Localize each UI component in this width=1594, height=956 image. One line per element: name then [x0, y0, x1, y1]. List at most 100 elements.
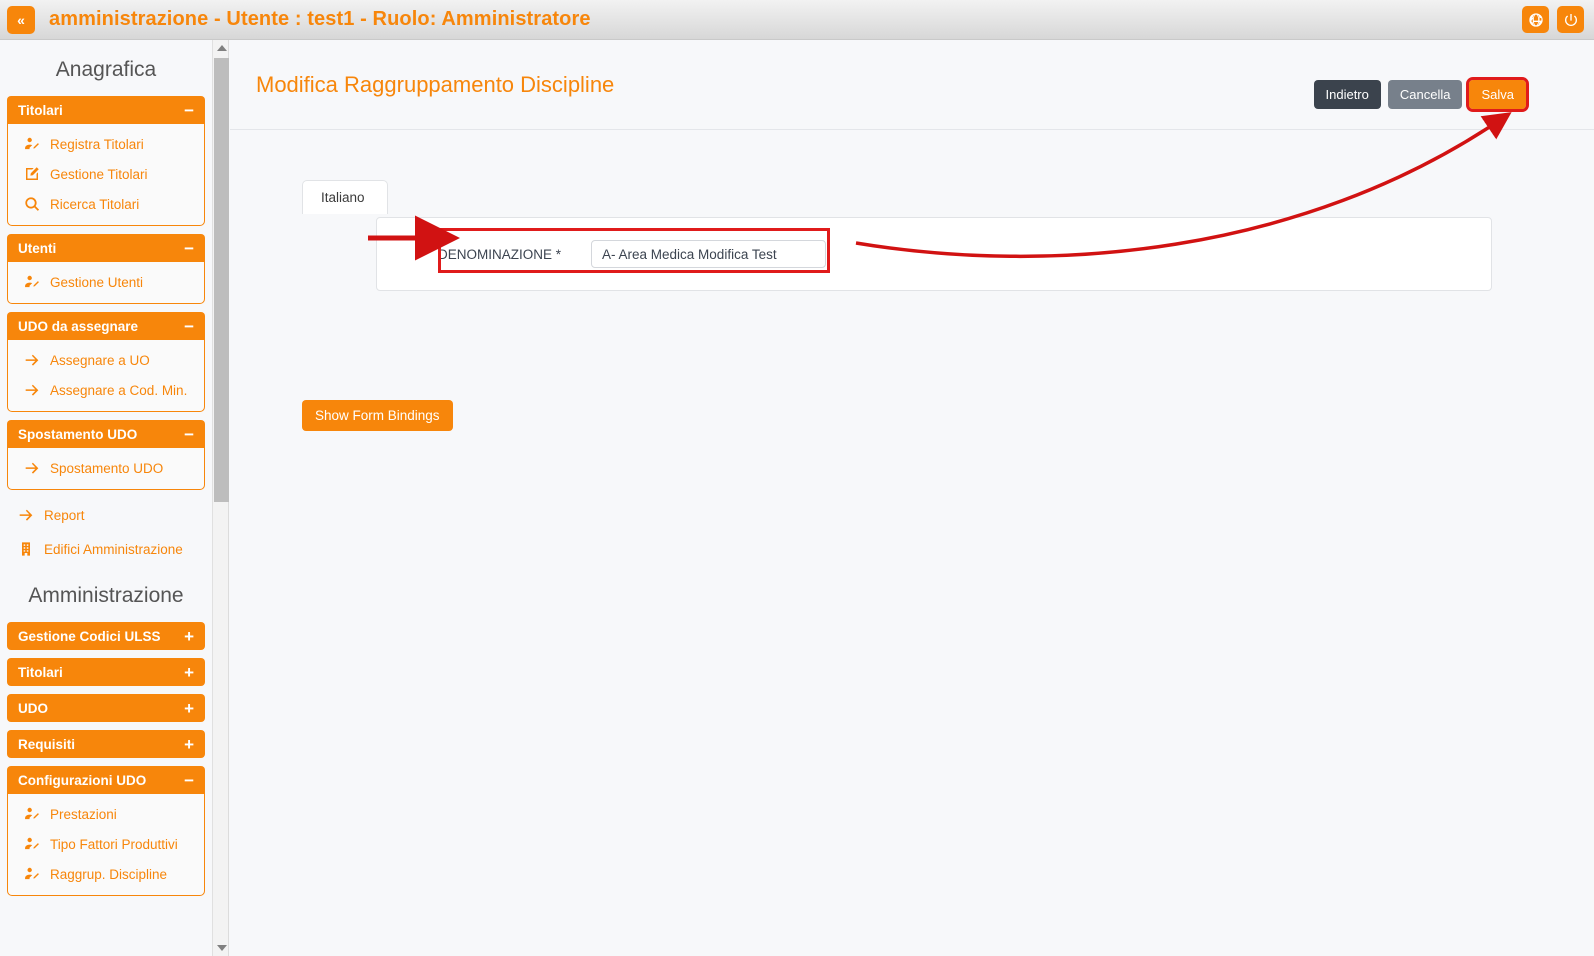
sidebar-group: UDO +	[7, 694, 205, 722]
sidebar-section-title: Amministrazione	[7, 566, 205, 622]
language-button[interactable]	[1522, 6, 1549, 33]
user-edit-icon	[23, 866, 41, 882]
sidebar-group: Titolari +	[7, 658, 205, 686]
plus-icon: +	[184, 664, 194, 681]
sidebar-item-gestione-utenti[interactable]: Gestione Utenti	[8, 267, 204, 297]
sidebar-group-header-requisiti[interactable]: Requisiti +	[7, 730, 205, 758]
sidebar-item-assegnare-a-cod-min-[interactable]: Assegnare a Cod. Min.	[8, 375, 204, 405]
sidebar-group-label: Gestione Codici ULSS	[18, 629, 161, 644]
sidebar-group: Requisiti +	[7, 730, 205, 758]
plus-icon: +	[184, 736, 194, 753]
user-edit-icon	[23, 274, 41, 290]
main-content: Modifica Raggruppamento Discipline Indie…	[230, 40, 1594, 956]
sidebar-item-spostamento-udo[interactable]: Spostamento UDO	[8, 453, 204, 483]
minus-icon: −	[184, 772, 194, 789]
top-bar: « amministrazione - Utente : test1 - Ruo…	[0, 0, 1594, 40]
sidebar-group-label: Titolari	[18, 103, 63, 118]
sidebar-item-label: Ricerca Titolari	[50, 197, 139, 212]
sidebar-group-body: Gestione Utenti	[7, 262, 205, 304]
sidebar-item-prestazioni[interactable]: Prestazioni	[8, 799, 204, 829]
denominazione-input[interactable]	[591, 240, 826, 268]
salva-button[interactable]: Salva	[1469, 80, 1526, 109]
sidebar-collapse-button[interactable]: «	[7, 6, 35, 34]
chevron-up-icon	[217, 45, 227, 51]
sidebar-item-label: Gestione Utenti	[50, 275, 143, 290]
sidebar-item-ricerca-titolari[interactable]: Ricerca Titolari	[8, 189, 204, 219]
sidebar-group-header-gestione-codici-ulss[interactable]: Gestione Codici ULSS +	[7, 622, 205, 650]
sidebar-group-header-udo-da-assegnare[interactable]: UDO da assegnare −	[7, 312, 205, 340]
sidebar-group-label: Titolari	[18, 665, 63, 680]
sidebar: Anagrafica Titolari − Registra Titolari Gest…	[0, 40, 212, 956]
denominazione-label: DENOMINAZIONE *	[438, 247, 561, 262]
sidebar-group-label: Requisiti	[18, 737, 75, 752]
plus-icon: +	[184, 628, 194, 645]
user-edit-icon	[23, 836, 41, 852]
sidebar-item-raggrup-discipline[interactable]: Raggrup. Discipline	[8, 859, 204, 889]
sidebar-item-label: Raggrup. Discipline	[50, 867, 167, 882]
sidebar-group-body: Registra Titolari Gestione Titolari Ricerc…	[7, 124, 205, 226]
sidebar-item-label: Edifici Amministrazione	[44, 542, 183, 557]
logout-button[interactable]	[1557, 6, 1584, 33]
sidebar-group-label: UDO	[18, 701, 48, 716]
sidebar-item-tipo-fattori-produttivi[interactable]: Tipo Fattori Produttivi	[8, 829, 204, 859]
arrow-right-icon	[23, 382, 41, 398]
sidebar-item-label: Spostamento UDO	[50, 461, 163, 476]
sidebar-item-label: Tipo Fattori Produttivi	[50, 837, 178, 852]
arrow-right-icon	[23, 352, 41, 368]
sidebar-group-label: UDO da assegnare	[18, 319, 138, 334]
sidebar-item-label: Prestazioni	[50, 807, 117, 822]
denominazione-row: DENOMINAZIONE *	[377, 218, 1491, 290]
sidebar-item-registra-titolari[interactable]: Registra Titolari	[8, 129, 204, 159]
power-icon	[1563, 12, 1579, 28]
sidebar-section-title: Anagrafica	[7, 40, 205, 96]
page-header: Modifica Raggruppamento Discipline Indie…	[230, 40, 1594, 130]
sidebar-item-label: Registra Titolari	[50, 137, 144, 152]
sidebar-item-gestione-titolari[interactable]: Gestione Titolari	[8, 159, 204, 189]
scrollbar-up-button[interactable]	[213, 40, 230, 56]
indietro-button[interactable]: Indietro	[1314, 80, 1381, 109]
sidebar-content: Anagrafica Titolari − Registra Titolari Gest…	[0, 40, 212, 896]
minus-icon: −	[184, 240, 194, 257]
top-bar-actions	[1522, 6, 1594, 33]
user-edit-icon	[23, 136, 41, 152]
minus-icon: −	[184, 102, 194, 119]
show-form-bindings-button[interactable]: Show Form Bindings	[302, 400, 453, 431]
sidebar-group-header-spostamento-udo[interactable]: Spostamento UDO−	[7, 420, 205, 448]
sidebar-group: Spostamento UDO− Spostamento UDO	[7, 420, 205, 490]
app-title: amministrazione - Utente : test1 - Ruolo…	[49, 8, 591, 31]
page-actions: Indietro Cancella Salva	[1314, 80, 1527, 109]
sidebar-group-header-udo[interactable]: UDO +	[7, 694, 205, 722]
cancella-button[interactable]: Cancella	[1388, 80, 1463, 109]
sidebar-group-header-titolari[interactable]: Titolari +	[7, 658, 205, 686]
sidebar-group-body: Spostamento UDO	[7, 448, 205, 490]
sidebar-group: Configurazioni UDO − Prestazioni Tipo Fatto…	[7, 766, 205, 896]
sidebar-item-label: Assegnare a Cod. Min.	[50, 383, 187, 398]
sidebar-group-header-titolari[interactable]: Titolari −	[7, 96, 205, 124]
sidebar-item-label: Assegnare a UO	[50, 353, 150, 368]
sidebar-item-report[interactable]: Report	[7, 498, 205, 532]
sidebar-scrollbar[interactable]	[212, 40, 229, 956]
sidebar-item-edifici-amministrazione[interactable]: Edifici Amministrazione	[7, 532, 205, 566]
user-edit-icon	[23, 806, 41, 822]
sidebar-group: Titolari − Registra Titolari Gestione Titol…	[7, 96, 205, 226]
sidebar-group-label: Configurazioni UDO	[18, 773, 146, 788]
building-icon	[17, 541, 35, 557]
arrow-right-icon	[17, 507, 35, 523]
plus-icon: +	[184, 700, 194, 717]
sidebar-group-header-utenti[interactable]: Utenti −	[7, 234, 205, 262]
globe-icon	[1528, 12, 1544, 28]
minus-icon: −	[184, 318, 194, 335]
sidebar-item-label: Report	[44, 508, 85, 523]
search-icon	[23, 196, 41, 212]
sidebar-group: Utenti − Gestione Utenti	[7, 234, 205, 304]
pencil-square-icon	[23, 166, 41, 182]
sidebar-group-label: Utenti	[18, 241, 56, 256]
page-title: Modifica Raggruppamento Discipline	[256, 72, 614, 98]
tab-italiano[interactable]: Italiano	[302, 180, 388, 214]
scrollbar-down-button[interactable]	[213, 940, 230, 956]
sidebar-item-assegnare-a-uo[interactable]: Assegnare a UO	[8, 345, 204, 375]
scrollbar-thumb[interactable]	[214, 58, 229, 502]
collapse-chevron-icon: «	[17, 12, 25, 28]
sidebar-group-header-configurazioni-udo[interactable]: Configurazioni UDO −	[7, 766, 205, 794]
minus-icon: −	[184, 426, 194, 443]
